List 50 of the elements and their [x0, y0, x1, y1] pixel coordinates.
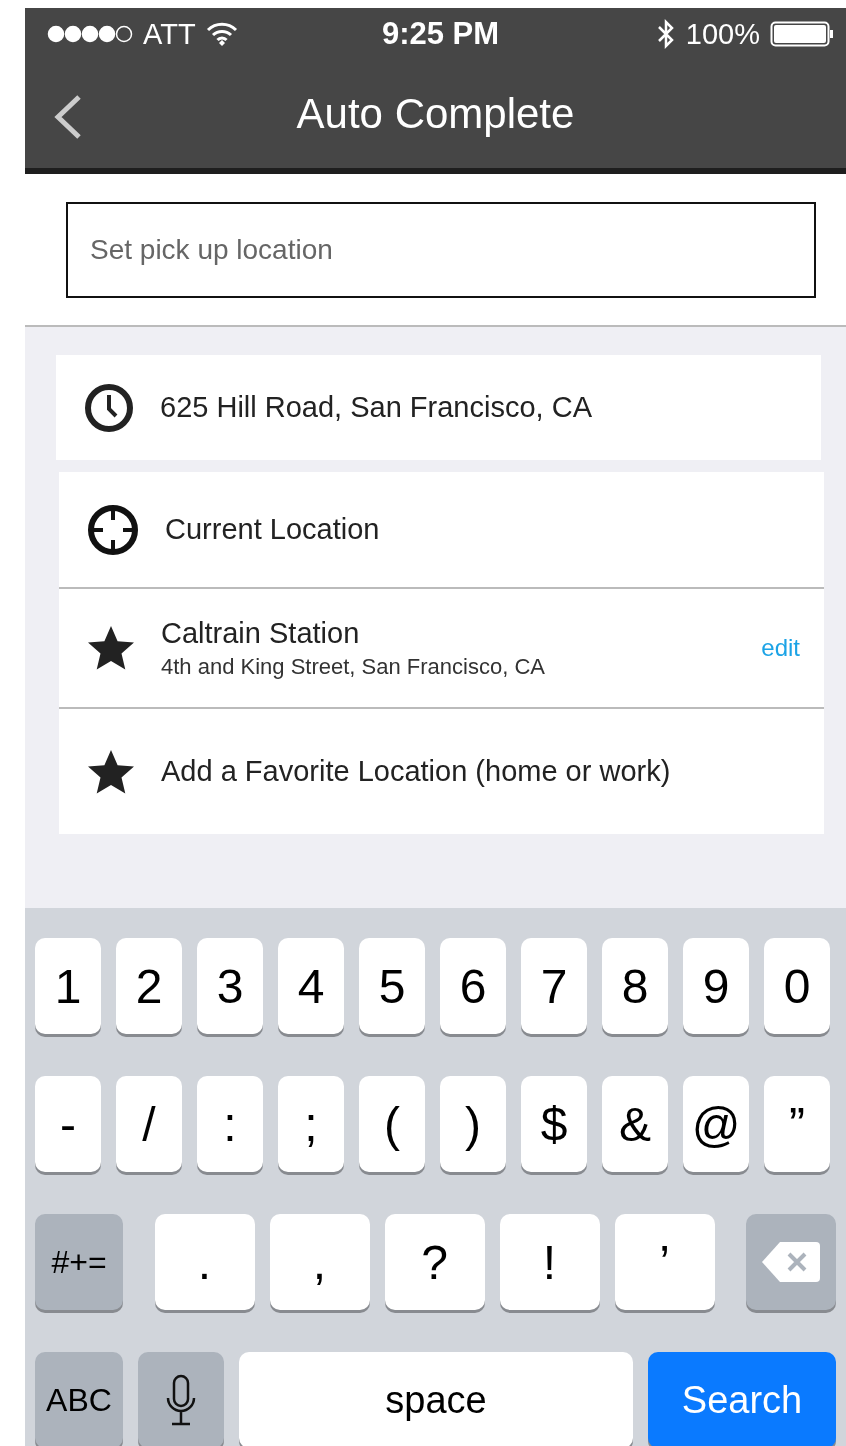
keyboard-key[interactable]: :	[197, 1076, 263, 1172]
wifi-icon	[205, 22, 238, 46]
keyboard-key[interactable]: &	[602, 1076, 668, 1172]
pickup-location-field[interactable]: Set pick up location	[66, 201, 816, 298]
keyboard-key[interactable]: ”	[764, 1076, 830, 1172]
clock-icon	[84, 382, 134, 433]
location-title[interactable]: Caltrain Station	[161, 616, 736, 650]
keyboard-key[interactable]: 8	[602, 938, 668, 1034]
star-icon	[87, 625, 135, 671]
keyboard-key[interactable]: ,	[269, 1214, 370, 1310]
keyboard-key[interactable]: ;	[278, 1076, 344, 1172]
microphone-icon	[165, 1374, 197, 1426]
search-key[interactable]: Search	[648, 1352, 836, 1446]
bluetooth-icon	[655, 18, 676, 50]
keyboard-key[interactable]: /	[116, 1076, 182, 1172]
keyboard-key[interactable]: 6	[440, 938, 506, 1034]
keyboard-key[interactable]: ?	[384, 1214, 485, 1310]
keyboard-key[interactable]: .	[154, 1214, 255, 1310]
keyboard-key[interactable]: 3	[197, 938, 263, 1034]
location-title[interactable]: Add a Favorite Location (home or work)	[161, 755, 800, 788]
battery-percentage: 100%	[685, 17, 760, 51]
keyboard-key[interactable]: 7	[521, 938, 587, 1034]
keyboard-key[interactable]: @	[683, 1076, 749, 1172]
keyboard-key[interactable]: 1	[35, 938, 101, 1034]
crosshair-icon	[87, 503, 139, 556]
backspace-icon	[762, 1242, 820, 1282]
keyboard-key[interactable]: ’	[614, 1214, 715, 1310]
keyboard-key[interactable]: -	[35, 1076, 101, 1172]
carrier-name: ATT	[143, 17, 196, 51]
keyboard-key[interactable]: )	[440, 1076, 506, 1172]
microphone-key[interactable]	[138, 1352, 224, 1446]
keyboard-key[interactable]: 5	[359, 938, 425, 1034]
keyboard-key[interactable]: ABC	[35, 1352, 123, 1446]
keyboard-key[interactable]: 9	[683, 938, 749, 1034]
keyboard-key[interactable]: 0	[764, 938, 830, 1034]
nav-title: Auto Complete	[296, 90, 575, 138]
location-title[interactable]: Current Location	[165, 513, 800, 546]
keyboard-key[interactable]: 2	[116, 938, 182, 1034]
keyboard-key[interactable]: (	[359, 1076, 425, 1172]
signal-icon	[47, 25, 133, 43]
keyboard-key[interactable]: !	[499, 1214, 600, 1310]
location-title[interactable]: 625 Hill Road, San Francisco, CA	[160, 391, 797, 424]
battery-icon	[770, 21, 834, 47]
space-key[interactable]: space	[239, 1352, 633, 1446]
keyboard-key[interactable]: #+=	[35, 1214, 123, 1310]
location-address: 4th and King Street, San Francisco, CA	[161, 653, 546, 680]
keyboard-key[interactable]: 4	[278, 938, 344, 1034]
status-time: 9:25 PM	[381, 16, 500, 52]
star-icon	[87, 748, 135, 795]
keyboard-key[interactable]: $	[521, 1076, 587, 1172]
